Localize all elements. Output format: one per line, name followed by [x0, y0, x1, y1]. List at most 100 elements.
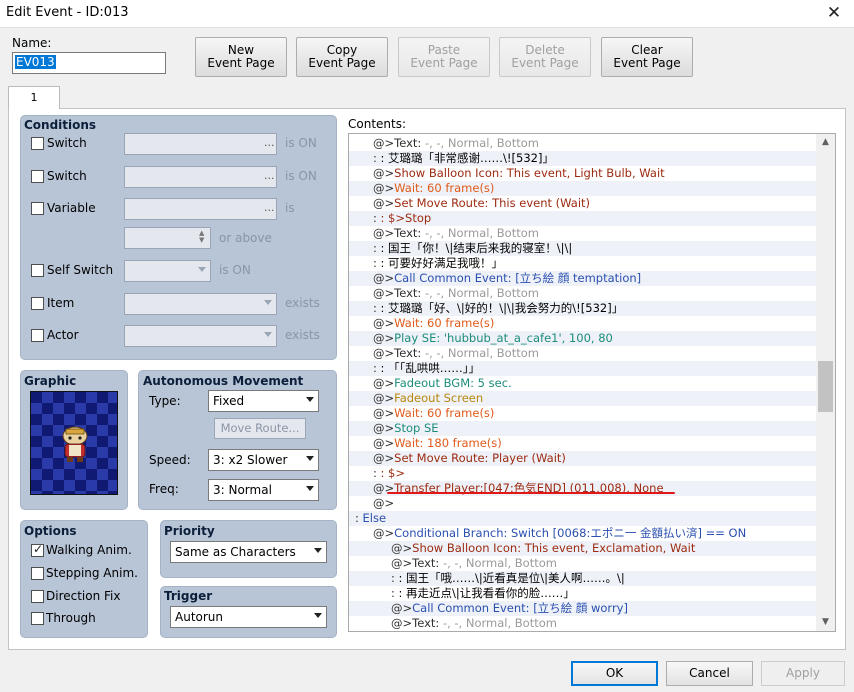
- command-row[interactable]: : : $>Stop: [349, 211, 817, 226]
- copy-event-page-button[interactable]: Copy Event Page: [296, 37, 388, 77]
- command-row[interactable]: @>Set Move Route: Player (Wait): [349, 451, 817, 466]
- switch1-browse-button: ...: [264, 136, 275, 149]
- switch2-label: Switch: [47, 169, 87, 183]
- graphic-preview[interactable]: [30, 391, 118, 495]
- scroll-up-arrow-icon[interactable]: ▲: [816, 134, 835, 151]
- switch1-suffix: is ON: [285, 136, 317, 150]
- movement-type-select[interactable]: Fixed: [208, 390, 319, 412]
- stepping-anim-checkbox[interactable]: [31, 567, 44, 580]
- character-sprite-icon: [62, 426, 88, 462]
- clear-event-page-button[interactable]: Clear Event Page: [601, 37, 693, 77]
- switch2-field: [124, 166, 277, 188]
- tab-page-1[interactable]: 1: [8, 86, 60, 109]
- freq-label: Freq:: [149, 482, 179, 496]
- new-event-page-button[interactable]: New Event Page: [195, 37, 287, 77]
- command-marker: @>: [391, 616, 413, 630]
- ok-button[interactable]: OK: [571, 661, 658, 686]
- command-row[interactable]: @>Conditional Branch: Switch [0068:エポニ一 …: [349, 526, 817, 541]
- command-row[interactable]: @>Text: -, -, Normal, Bottom: [349, 136, 817, 151]
- command-row[interactable]: @>Text: -, -, Normal, Bottom: [349, 346, 817, 361]
- command-row[interactable]: : : 国王「哦……\|近看真是位\|美人啊……。\|: [349, 571, 817, 586]
- speed-select[interactable]: 3: x2 Slower: [208, 449, 319, 471]
- switch2-checkbox[interactable]: [31, 170, 44, 183]
- command-text: Text: -, -, Normal, Bottom: [394, 136, 539, 150]
- actor-checkbox[interactable]: [31, 329, 44, 342]
- switch2-browse-button: ...: [264, 169, 275, 182]
- command-row[interactable]: : : 艾璐璐「非常感谢……\![532]」: [349, 151, 817, 166]
- select-value: Autorun: [175, 610, 224, 624]
- item-checkbox[interactable]: [31, 297, 44, 310]
- command-row[interactable]: @>Set Move Route: This event (Wait): [349, 196, 817, 211]
- command-row[interactable]: @>Wait: 60 frame(s): [349, 316, 817, 331]
- command-row[interactable]: @>Show Balloon Icon: This event, Light B…: [349, 166, 817, 181]
- move-route-button: Move Route...: [214, 418, 306, 439]
- command-row[interactable]: @>Call Common Event: [立ち絵 顔 worry]: [349, 601, 817, 616]
- command-text: : $>: [376, 466, 406, 480]
- button-line: Event Page: [511, 56, 579, 70]
- speed-label: Speed:: [149, 453, 191, 467]
- switch1-checkbox[interactable]: [31, 137, 44, 150]
- actor-label: Actor: [47, 328, 79, 342]
- command-row[interactable]: @>Stop SE: [349, 421, 817, 436]
- command-text: Fadeout Screen: [394, 391, 484, 405]
- actor-select: [124, 325, 277, 347]
- command-row[interactable]: @>Call Common Event: [立ち絵 顔 temptation]: [349, 271, 817, 286]
- command-text: Call Common Event: [立ち絵 顔 worry]: [412, 601, 628, 615]
- command-row[interactable]: : : 再走近点\|让我看看你的脸……」: [349, 586, 817, 601]
- command-marker: @>: [373, 391, 395, 405]
- command-row[interactable]: @>Text: -, -, Normal, Bottom: [349, 616, 817, 631]
- command-row[interactable]: @>Wait: 60 frame(s): [349, 181, 817, 196]
- variable-checkbox[interactable]: [31, 202, 44, 215]
- command-row[interactable]: @>Show Balloon Icon: This event, Exclama…: [349, 541, 817, 556]
- direction-fix-checkbox[interactable]: [31, 590, 44, 603]
- command-row[interactable]: @>Play SE: 'hubbub_at_a_cafe1', 100, 80: [349, 331, 817, 346]
- command-text: Show Balloon Icon: This event, Exclamati…: [412, 541, 696, 555]
- walking-anim-checkbox[interactable]: [31, 542, 44, 557]
- command-row[interactable]: : : 可要好好满足我哦！」: [349, 256, 817, 271]
- command-row[interactable]: @>Wait: 60 frame(s): [349, 406, 817, 421]
- self-switch-select: [124, 260, 211, 282]
- command-row[interactable]: : : 国王「你！\|结束后来我的寝室！\|\|: [349, 241, 817, 256]
- graphic-title: Graphic: [24, 374, 77, 388]
- close-icon[interactable]: ✕: [814, 0, 854, 28]
- command-row[interactable]: @>Wait: 180 frame(s): [349, 436, 817, 451]
- command-row[interactable]: @>Text: -, -, Normal, Bottom: [349, 286, 817, 301]
- apply-button: Apply: [761, 661, 845, 686]
- command-row[interactable]: : : $>: [349, 466, 817, 481]
- self-switch-label: Self Switch: [47, 263, 114, 277]
- command-text: Text: -, -, Normal, Bottom: [412, 556, 557, 570]
- event-commands-list[interactable]: @>Text: -, -, Normal, Bottom : : 艾璐璐「非常感…: [348, 133, 836, 632]
- name-input[interactable]: EV013: [12, 52, 166, 74]
- walking-anim-label: Walking Anim.: [46, 543, 132, 557]
- delete-event-page-button: Delete Event Page: [499, 37, 591, 77]
- command-marker: @>: [373, 166, 395, 180]
- command-row[interactable]: @>: [349, 496, 817, 511]
- variable-browse-button: ...: [264, 201, 275, 214]
- command-text: Show Balloon Icon: This event, Light Bul…: [394, 166, 665, 180]
- select-value: Fixed: [213, 394, 245, 408]
- priority-select[interactable]: Same as Characters: [170, 541, 327, 563]
- through-checkbox[interactable]: [31, 612, 44, 625]
- command-text: Wait: 60 frame(s): [394, 181, 495, 195]
- direction-fix-label: Direction Fix: [46, 589, 121, 603]
- stepping-anim-label: Stepping Anim.: [46, 566, 138, 580]
- command-marker: @>: [373, 331, 395, 345]
- command-text: Else: [358, 511, 387, 525]
- switch1-label: Switch: [47, 136, 87, 150]
- scrollbar-thumb[interactable]: [818, 361, 833, 412]
- self-switch-checkbox[interactable]: [31, 264, 44, 277]
- command-row[interactable]: @>Fadeout BGM: 5 sec.: [349, 376, 817, 391]
- variable-label: Variable: [47, 201, 96, 215]
- command-row[interactable]: @>Text: -, -, Normal, Bottom: [349, 556, 817, 571]
- command-row[interactable]: : : 艾璐璐「好、\|好的！\|\|我会努力的\![532]」: [349, 301, 817, 316]
- cancel-button[interactable]: Cancel: [666, 661, 753, 686]
- scroll-down-arrow-icon[interactable]: ▼: [816, 614, 835, 631]
- command-text: : 可要好好满足我哦！」: [376, 256, 504, 270]
- command-row[interactable]: : Else: [349, 511, 817, 526]
- command-row[interactable]: @>Text: -, -, Normal, Bottom: [349, 226, 817, 241]
- command-row[interactable]: : : 「「乱哄哄……」」: [349, 361, 817, 376]
- frequency-select[interactable]: 3: Normal: [208, 479, 319, 501]
- command-marker: @>: [391, 541, 413, 555]
- command-row[interactable]: @>Fadeout Screen: [349, 391, 817, 406]
- trigger-select[interactable]: Autorun: [170, 606, 327, 628]
